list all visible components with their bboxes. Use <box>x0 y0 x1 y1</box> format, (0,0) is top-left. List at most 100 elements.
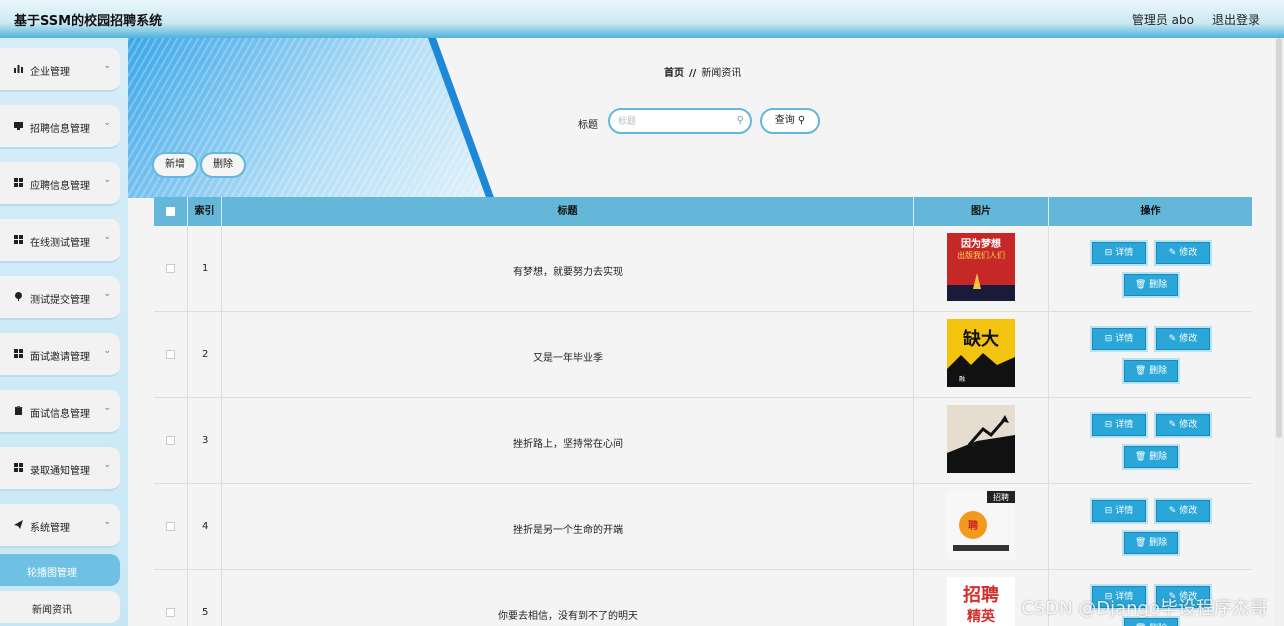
table-row: 3 挫折路上，坚持常在心间 ⊟ 详情 ✎ 修改 🗑 删除 <box>154 398 1252 484</box>
title-cell: 挫折是另一个生命的开端 <box>222 484 914 570</box>
sidebar-subitem-label: 新闻资讯 <box>32 605 72 616</box>
header-title: 标题 <box>222 197 914 226</box>
row-checkbox[interactable] <box>166 350 175 359</box>
row-checkbox[interactable] <box>166 608 175 617</box>
sidebar: 企业管理 ⌄ 招聘信息管理 ⌄ 应聘信息管理 ⌄ 在线测试管理 ⌄ 测试提交管理… <box>0 38 128 626</box>
news-thumbnail[interactable]: 因为梦想 出版我们人们 <box>947 233 1015 301</box>
index-cell: 2 <box>188 312 222 398</box>
chevron-down-icon: ⌄ <box>103 61 111 71</box>
detail-icon: ⊟ <box>1104 248 1113 258</box>
add-button[interactable]: 新增 <box>152 152 198 178</box>
search-label: 标题 <box>578 120 598 131</box>
news-thumbnail[interactable]: 招聘 聘 <box>947 491 1015 559</box>
select-cell <box>154 484 188 570</box>
select-cell <box>154 226 188 312</box>
row-title: 你要去相信，没有到不了的明天 <box>498 611 638 622</box>
sidebar-item-label: 录取通知管理 <box>30 466 90 477</box>
row-index: 4 <box>202 521 209 532</box>
batch-delete-button[interactable]: 删除 <box>200 152 246 178</box>
row-checkbox[interactable] <box>166 264 175 273</box>
row-checkbox[interactable] <box>166 522 175 531</box>
vertical-scrollbar[interactable] <box>1274 38 1284 626</box>
delete-button[interactable]: 🗑 删除 <box>1124 360 1178 382</box>
query-button[interactable]: 查询 ⚲ <box>760 108 820 134</box>
sidebar-subitem-carousel[interactable]: 轮播图管理 <box>0 554 120 586</box>
edit-button[interactable]: ✎ 修改 <box>1156 242 1210 264</box>
sidebar-item-application[interactable]: 应聘信息管理 ⌄ <box>0 162 120 206</box>
table-row: 1 有梦想，就要努力去实现 因为梦想 出版我们人们 ⊟ 详情 ✎ 修改 🗑 删除 <box>154 226 1252 312</box>
breadcrumb: 首页 // 新闻资讯 <box>664 64 741 79</box>
scrollbar-thumb[interactable] <box>1276 38 1282 438</box>
query-button-label: 查询 <box>774 115 795 126</box>
clipboard-icon <box>15 406 22 415</box>
detail-button[interactable]: ⊟ 详情 <box>1092 328 1146 350</box>
sidebar-item-label: 应聘信息管理 <box>30 181 90 192</box>
select-cell <box>154 570 188 626</box>
detail-button[interactable]: ⊟ 详情 <box>1092 500 1146 522</box>
chevron-down-icon: ⌄ <box>103 232 111 242</box>
grid-icon <box>14 349 23 358</box>
sidebar-subitem-news[interactable]: 新闻资讯 <box>0 591 120 623</box>
news-thumbnail[interactable]: 招聘 精英 <box>947 577 1015 626</box>
edit-button[interactable]: ✎ 修改 <box>1156 328 1210 350</box>
row-index: 5 <box>202 607 209 618</box>
sidebar-item-online-test[interactable]: 在线测试管理 ⌄ <box>0 219 120 263</box>
sidebar-item-label: 面试邀请管理 <box>30 352 90 363</box>
detail-button[interactable]: ⊟ 详情 <box>1092 242 1146 264</box>
sidebar-item-system[interactable]: 系统管理 ⌄ <box>0 504 120 548</box>
sidebar-item-admission[interactable]: 录取通知管理 ⌄ <box>0 447 120 491</box>
delete-button[interactable]: 🗑 删除 <box>1124 274 1178 296</box>
table-row: 2 又是一年毕业季 缺大 融 ⊟ 详情 ✎ 修改 🗑 删除 <box>154 312 1252 398</box>
edit-button[interactable]: ✎ 修改 <box>1156 500 1210 522</box>
send-icon <box>14 520 23 529</box>
row-checkbox[interactable] <box>166 436 175 445</box>
edit-icon: ✎ <box>1168 334 1177 344</box>
news-thumbnail[interactable]: 缺大 融 <box>947 319 1015 387</box>
news-thumbnail[interactable] <box>947 405 1015 473</box>
sidebar-item-interview-invite[interactable]: 面试邀请管理 ⌄ <box>0 333 120 377</box>
select-all-checkbox[interactable] <box>166 207 175 216</box>
logout-link[interactable]: 退出登录 <box>1212 11 1260 28</box>
trash-icon: 🗑 <box>1134 366 1147 376</box>
search-input[interactable] <box>618 115 728 128</box>
image-cell <box>914 398 1049 484</box>
breadcrumb-home[interactable]: 首页 <box>664 68 684 79</box>
sidebar-subitem-label: 轮播图管理 <box>27 568 77 579</box>
delete-button[interactable]: 🗑 删除 <box>1124 532 1178 554</box>
thumb-text: 招聘 <box>993 492 1009 502</box>
search-field[interactable]: ⚲ <box>608 108 752 134</box>
current-user: 管理员 abo <box>1131 13 1194 27</box>
row-title: 又是一年毕业季 <box>533 353 603 364</box>
chevron-down-icon: ⌄ <box>103 403 111 413</box>
sidebar-item-interview-info[interactable]: 面试信息管理 ⌄ <box>0 390 120 434</box>
detail-icon: ⊟ <box>1104 420 1113 430</box>
edit-button[interactable]: ✎ 修改 <box>1156 414 1210 436</box>
delete-label: 删除 <box>1149 538 1168 548</box>
trash-icon: 🗑 <box>1134 538 1147 548</box>
chevron-down-icon: ⌄ <box>103 346 111 356</box>
detail-label: 详情 <box>1115 420 1134 430</box>
index-cell: 1 <box>188 226 222 312</box>
delete-button[interactable]: 🗑 删除 <box>1124 446 1178 468</box>
sidebar-item-test-submission[interactable]: 测试提交管理 ⌄ <box>0 276 120 320</box>
thumb-text: 招聘 <box>963 584 999 606</box>
title-cell: 有梦想，就要努力去实现 <box>222 226 914 312</box>
bar-chart-icon <box>14 65 23 73</box>
sidebar-item-label: 在线测试管理 <box>30 238 90 249</box>
main-content: 首页 // 新闻资讯 标题 ⚲ 查询 ⚲ 新增 删除 索引 标题 图片 操作 1 有… <box>128 38 1284 626</box>
row-index: 2 <box>202 349 209 360</box>
sidebar-item-job-posting[interactable]: 招聘信息管理 ⌄ <box>0 105 120 149</box>
sidebar-item-company[interactable]: 企业管理 ⌄ <box>0 48 120 92</box>
trash-icon: 🗑 <box>1134 280 1147 290</box>
watermark: CSDN @Django毕设程序杰哥 <box>1021 598 1268 619</box>
header-action: 操作 <box>1140 206 1161 217</box>
row-title: 挫折是另一个生命的开端 <box>513 525 623 536</box>
top-bar: 基于SSM的校园招聘系统 管理员 abo 退出登录 <box>0 0 1284 38</box>
edit-label: 修改 <box>1179 334 1198 344</box>
grid-icon <box>14 463 23 472</box>
detail-button[interactable]: ⊟ 详情 <box>1092 414 1146 436</box>
detail-label: 详情 <box>1115 248 1134 258</box>
thumb-text: 精英 <box>967 608 996 625</box>
edit-label: 修改 <box>1179 420 1198 430</box>
edit-icon: ✎ <box>1168 420 1177 430</box>
